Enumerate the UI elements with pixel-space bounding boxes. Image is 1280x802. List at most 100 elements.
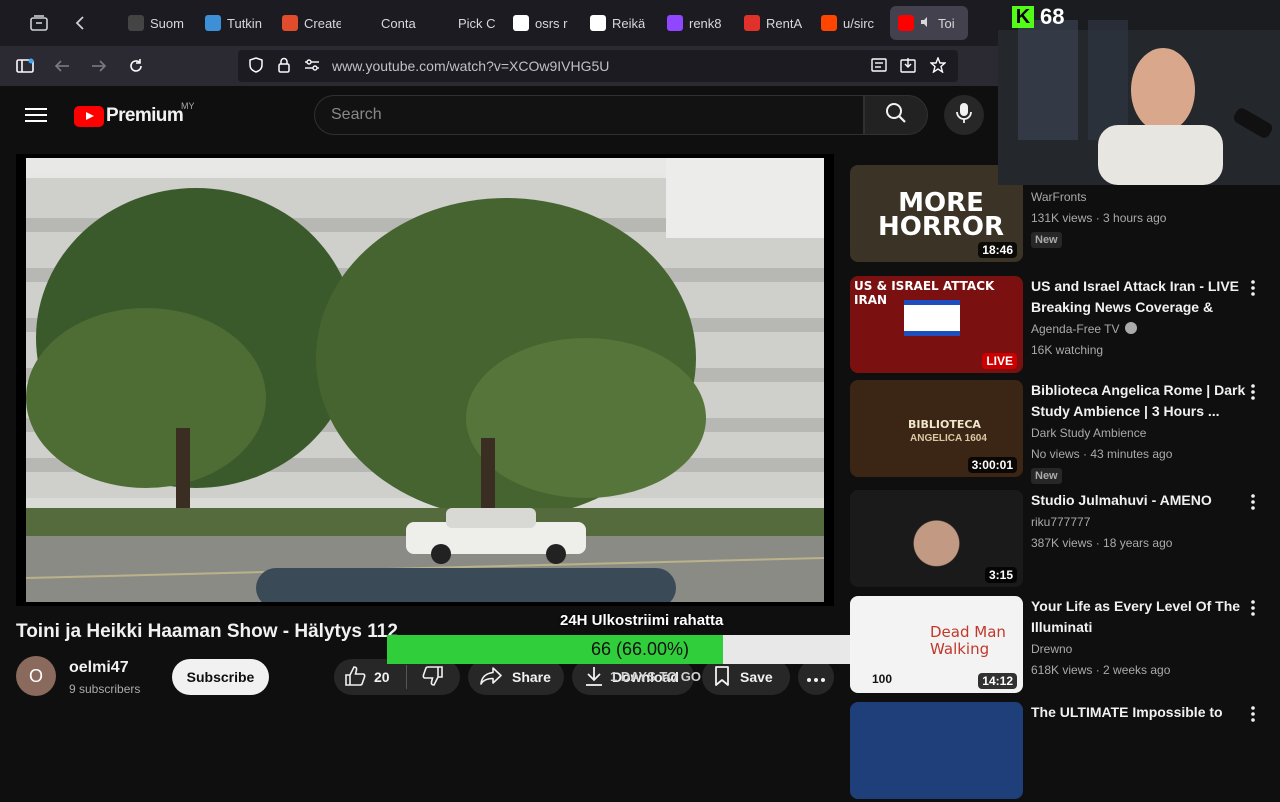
video-duration: 18:46 [978,242,1017,258]
tab-label: u/sirc [843,15,875,31]
browser-tab[interactable]: Create [274,6,351,40]
goal-title: 24H Ulkostriimi rahatta [560,612,724,629]
browser-tab[interactable]: Tutkin [197,6,274,40]
share-icon [480,666,502,688]
tab-label: osrs r [535,15,568,31]
thumbnail-subtext: 100 [872,672,893,686]
browser-tab[interactable]: osrs r [505,6,582,40]
recommendation-title[interactable]: Your Life as Every Level Of The Illumina… [1031,596,1246,638]
download-icon [584,666,604,689]
video-player[interactable] [16,154,834,606]
like-button[interactable]: 20 [334,665,406,689]
recommendation-title[interactable]: Biblioteca Angelica Rome | Dark Study Am… [1031,380,1246,422]
recommendation-item[interactable]: 3:15 Studio Julmahuvi - AMENO riku777777 38… [850,490,1270,590]
search-placeholder: Search [331,106,382,123]
recommendation-meta: 131K views · 3 hours ago [1031,211,1167,225]
tab-label: renk8 [689,15,722,31]
back-icon[interactable] [43,46,80,86]
youtube-logo[interactable]: Premium MY [74,101,195,127]
voice-search-button[interactable] [944,95,984,135]
recommendation-channel[interactable]: Dark Study Ambience [1031,426,1146,440]
recommendation-thumbnail[interactable] [850,702,1023,799]
browser-tab[interactable]: Pick C [428,6,505,40]
recommendation-item[interactable]: Dead Man Walking 100 14:12 Your Life as Eve… [850,596,1270,696]
twitch-icon [667,15,683,31]
israel-flag-icon [904,300,960,336]
browser-tab[interactable]: Toi [890,6,968,40]
thumbs-up-icon [344,665,366,689]
youtube-play-icon [74,105,104,127]
recommendation-item[interactable]: BIBLIOTECA ANGELICA 1604 3:00:01 Biblioteca… [850,380,1270,484]
tab-label: Toi [938,15,955,31]
tab-label: Create [304,15,341,31]
verified-icon [1124,322,1137,334]
url-text[interactable]: www.youtube.com/watch?v=XCOw9IVHG5U [332,58,609,74]
collapse-tabs-icon[interactable] [60,0,100,46]
youtube-icon [898,15,914,31]
forward-icon[interactable] [80,46,117,86]
flower-icon [436,15,452,31]
lock-icon[interactable] [270,57,298,76]
reload-icon[interactable] [117,46,154,86]
browser-tab[interactable]: renk8 [659,6,736,40]
bookmark-star-icon[interactable] [924,55,952,76]
tab-label: Tutkin [227,15,262,31]
image-icon [205,15,221,31]
shield-icon[interactable] [242,56,270,76]
permissions-icon[interactable] [298,58,326,74]
more-vertical-icon[interactable] [1248,494,1258,510]
tab-label: Conta [381,15,416,31]
browser-tab[interactable]: Conta [351,6,428,40]
tab-overview-icon[interactable] [18,0,60,46]
recommendation-meta: No views · 43 minutes ago [1031,447,1173,461]
speaker-icon[interactable] [920,16,932,31]
recommendation-title[interactable]: US and Israel Attack Iran - LIVE Breakin… [1031,276,1246,318]
kick-viewer-count: K 68 [1012,4,1064,30]
kick-logo-icon: K [1012,6,1034,28]
goal-days-left: 1 DAYS TO GO [610,669,702,684]
kick-count-number: 68 [1040,4,1065,29]
recommendation-item[interactable]: US & ISRAEL ATTACK IRAN LIVE US and Israel… [850,276,1270,376]
browser-tab-strip: Suom Tutkin Create Conta Pick C osrs r Reikä re… [0,0,998,46]
recommendation-thumbnail[interactable]: BIBLIOTECA ANGELICA 1604 3:00:01 [850,380,1023,477]
thumbnail-text: Dead Man Walking [930,623,1006,658]
more-vertical-icon[interactable] [1248,600,1258,616]
browser-tab[interactable]: u/sirc [813,6,890,40]
channel-name[interactable]: oelmi47 [69,659,129,677]
recommendation-channel[interactable]: Drewno [1031,642,1072,656]
reader-view-icon[interactable] [865,57,893,75]
more-vertical-icon[interactable] [1248,280,1258,296]
subscribe-button[interactable]: Subscribe [172,659,269,695]
recommendation-channel[interactable]: riku777777 [1031,515,1090,529]
recommendation-channel[interactable]: WarFronts [1031,190,1087,204]
video-frame[interactable] [26,158,824,602]
more-actions-button[interactable] [798,659,834,695]
save-to-pocket-icon[interactable] [894,57,922,76]
video-duration: 3:15 [984,567,1017,583]
recommendation-thumbnail[interactable]: 3:15 [850,490,1023,587]
browser-tab[interactable]: Reikä [582,6,659,40]
save-button[interactable]: Save [702,659,790,695]
channel-name-text: WarFronts [1031,190,1087,204]
video-duration: 14:12 [978,673,1017,689]
live-badge: LIVE [982,353,1017,369]
hamburger-menu-icon[interactable] [24,104,48,128]
recommendation-title[interactable]: Studio Julmahuvi - AMENO [1031,490,1246,511]
url-bar[interactable]: www.youtube.com/watch?v=XCOw9IVHG5U [238,50,958,82]
tab-label: Suom [150,15,184,31]
share-button[interactable]: Share [468,659,564,695]
recommendation-thumbnail[interactable]: US & ISRAEL ATTACK IRAN LIVE [850,276,1023,373]
channel-avatar[interactable]: O [16,656,56,696]
sidebar-toggle-icon[interactable] [6,46,43,86]
search-input[interactable]: Search [314,95,864,135]
search-button[interactable] [864,95,928,135]
channel-name-text: Agenda-Free TV [1031,322,1120,336]
browser-tab[interactable]: RentA [736,6,813,40]
dislike-button[interactable] [407,665,459,689]
thumbnail-text: MORE HORROR [877,188,1005,242]
more-vertical-icon[interactable] [1248,384,1258,400]
browser-tab[interactable]: Suom [120,6,197,40]
recommendation-item[interactable]: The ULTIMATE Impossible to [850,702,1270,802]
recommendation-channel[interactable]: Agenda-Free TV [1031,322,1137,336]
recommendation-thumbnail[interactable]: Dead Man Walking 100 14:12 [850,596,1023,693]
